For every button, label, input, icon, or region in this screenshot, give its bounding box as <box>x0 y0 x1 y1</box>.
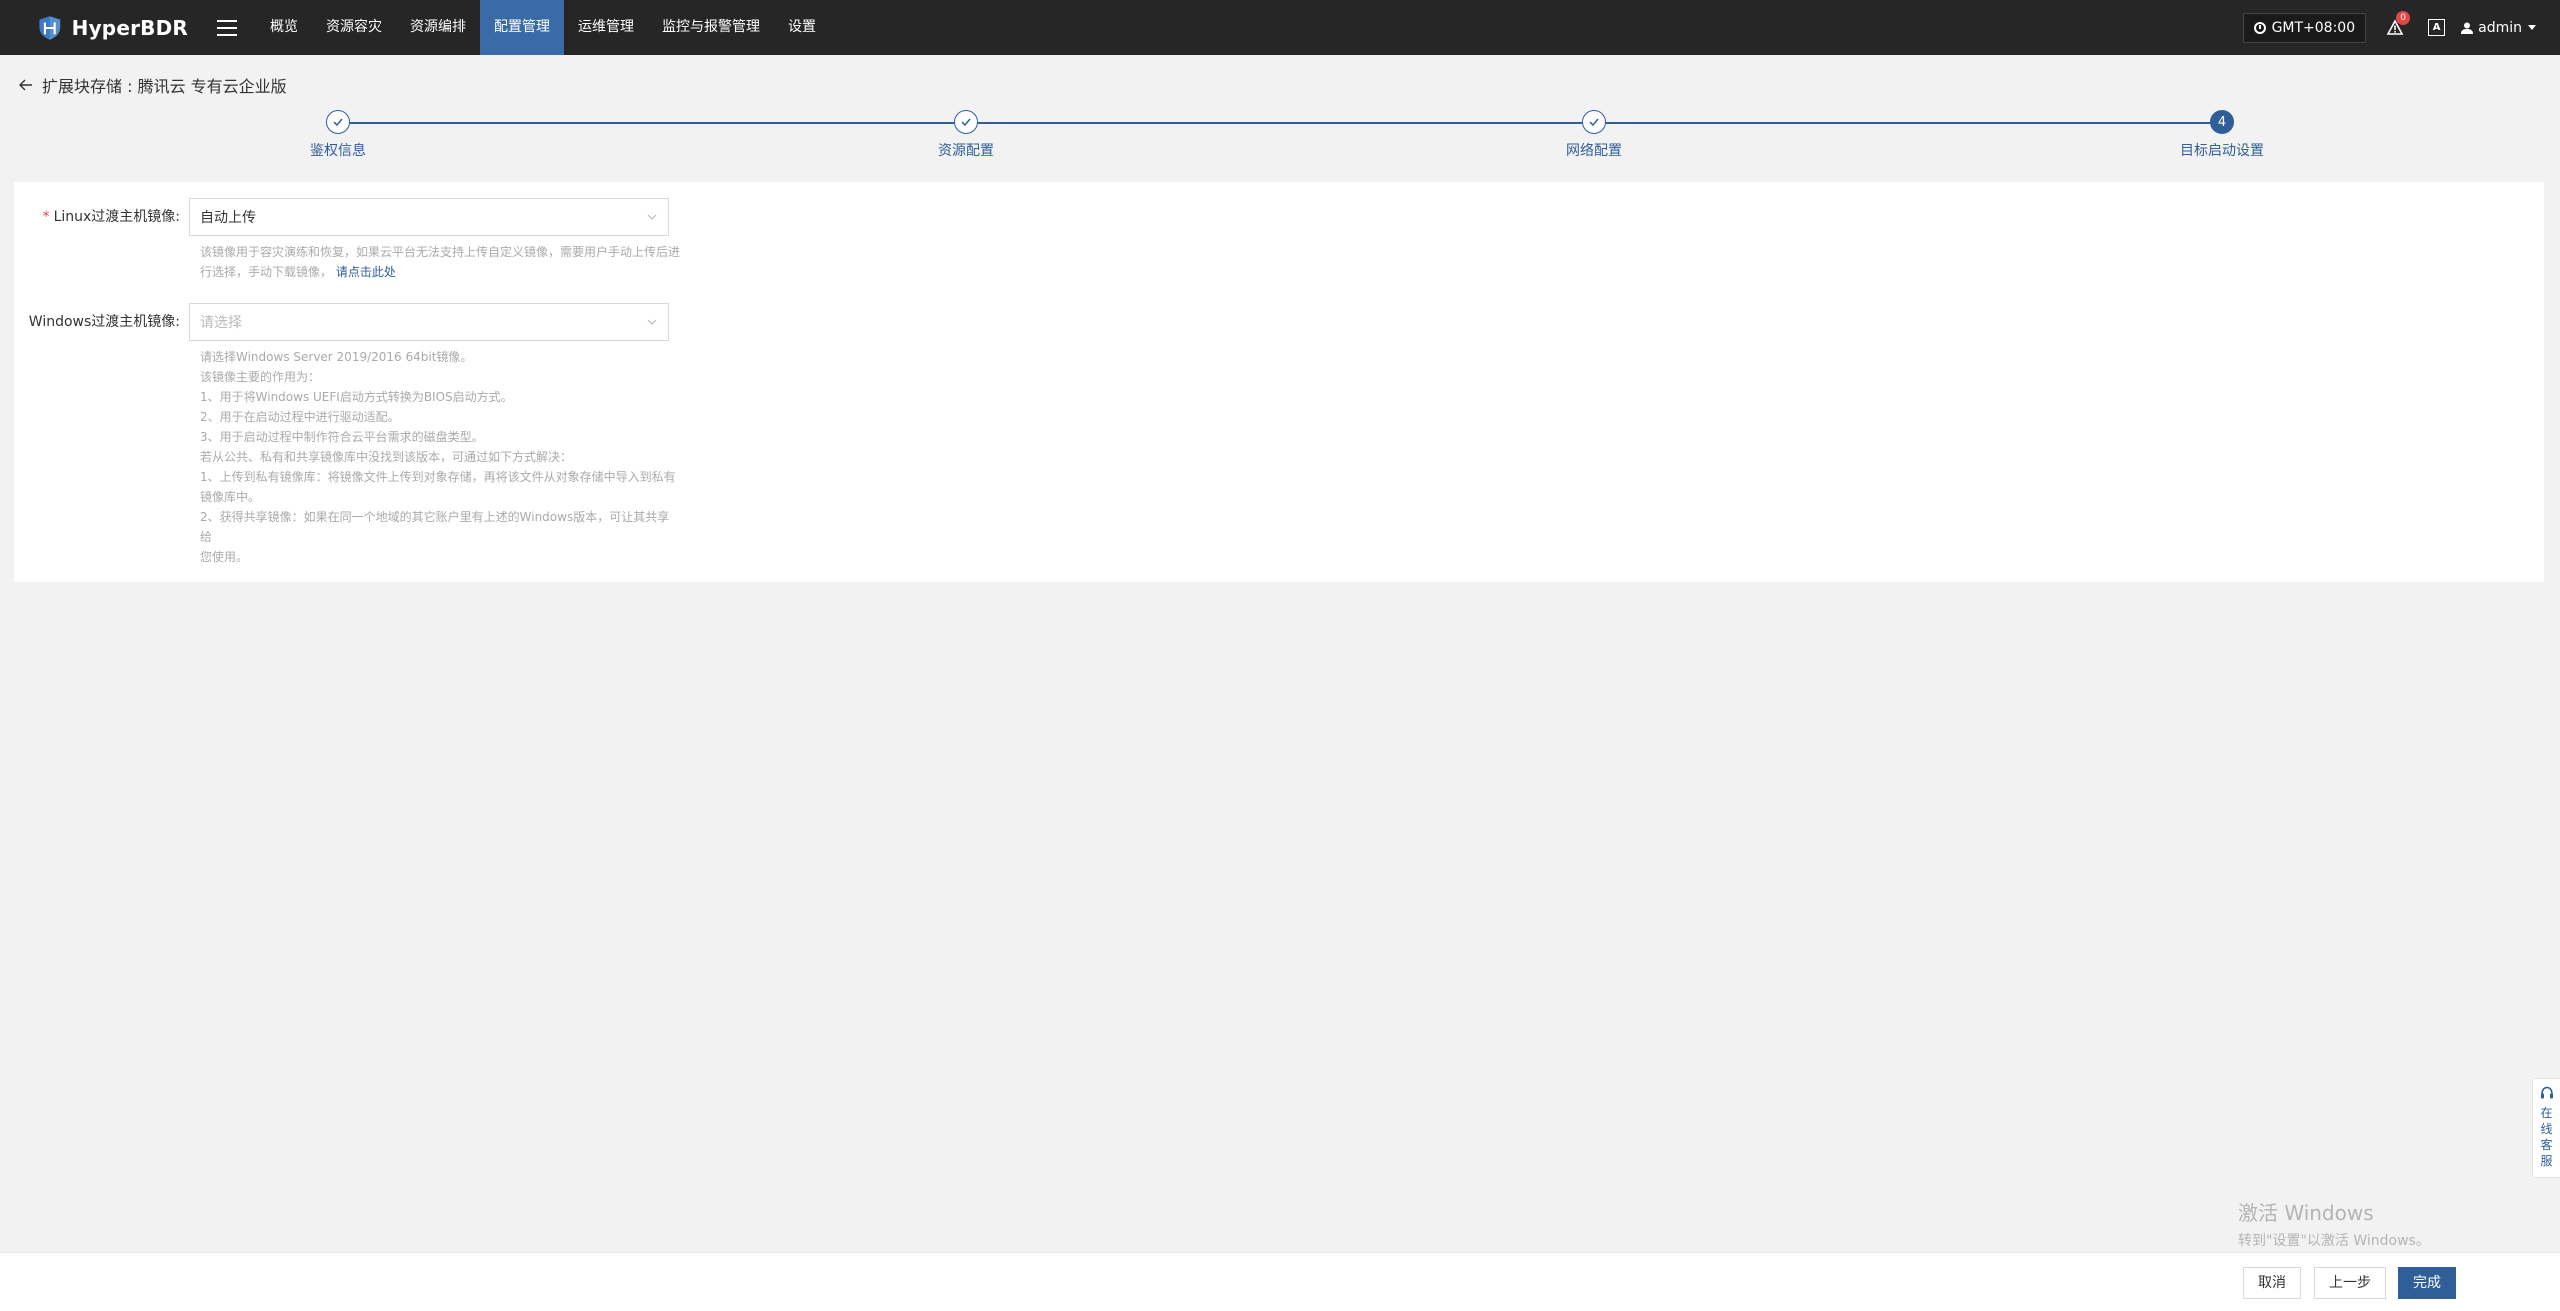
activation-watermark: 激活 Windows 转到"设置"以激活 Windows。 <box>2238 1197 2430 1250</box>
windows-image-label: Windows过渡主机镜像: <box>28 314 180 330</box>
step-label: 资源配置 <box>938 143 994 159</box>
help-line: 请选择Windows Server 2019/2016 64bit镜像。 <box>200 350 473 364</box>
user-icon <box>2461 22 2474 34</box>
main-nav: 概览 资源容灾 资源编排 配置管理 运维管理 监控与报警管理 设置 <box>256 0 830 55</box>
help-line: 该镜像主要的作用为： <box>200 370 321 384</box>
online-service-label: 在线客服 <box>2540 1106 2553 1168</box>
linux-image-value: 自动上传 <box>200 210 256 226</box>
linux-image-row: * Linux过渡主机镜像: 自动上传 <box>14 198 669 236</box>
step-resource-config: 资源配置 <box>866 110 1066 160</box>
app-name: HyperBDR <box>71 15 188 40</box>
help-line: 镜像库中。 <box>200 490 261 504</box>
form-card: * Linux过渡主机镜像: 自动上传 该镜像用于容灾演练和恢复，如果云平台无法支… <box>14 182 2544 582</box>
linux-image-label: * Linux过渡主机镜像: <box>14 198 189 236</box>
nav-item-config-management[interactable]: 配置管理 <box>480 0 564 55</box>
notification-badge: 0 <box>2396 10 2411 25</box>
check-icon <box>954 110 978 134</box>
step-label: 目标启动设置 <box>2180 143 2264 159</box>
cancel-button[interactable]: 取消 <box>2243 1267 2301 1299</box>
back-arrow-icon[interactable] <box>18 77 34 93</box>
step-label: 网络配置 <box>1566 143 1622 159</box>
nav-item-operations[interactable]: 运维管理 <box>564 0 648 55</box>
step-label: 鉴权信息 <box>310 143 366 159</box>
step-connector <box>350 122 954 124</box>
menu-toggle-icon[interactable] <box>217 19 237 36</box>
step-connector <box>978 122 1582 124</box>
windows-image-help: 请选择Windows Server 2019/2016 64bit镜像。 该镜像… <box>200 347 680 567</box>
language-switch-icon[interactable]: A <box>2428 19 2446 36</box>
step-network-config: 网络配置 <box>1494 110 1694 160</box>
linux-image-help: 该镜像用于容灾演练和恢复，如果云平台无法支持上传自定义镜像，需要用户手动上传后进… <box>200 242 680 282</box>
previous-step-button[interactable]: 上一步 <box>2314 1267 2386 1299</box>
watermark-subtitle: 转到"设置"以激活 Windows。 <box>2238 1233 2430 1249</box>
step-auth-info: 鉴权信息 <box>238 110 438 160</box>
online-service-tab[interactable]: 在线客服 <box>2532 1078 2560 1178</box>
page-header: 扩展块存储 : 腾讯云 专有云企业版 <box>18 73 287 97</box>
help-line: 1、上传到私有镜像库：将镜像文件上传到对象存储，再将该文件从对象存储中导入到私有 <box>200 470 676 484</box>
step-target-boot-settings: 4 目标启动设置 <box>2122 110 2322 160</box>
windows-image-placeholder: 请选择 <box>200 315 242 331</box>
timezone-selector[interactable]: GMT+08:00 <box>2242 12 2367 43</box>
logo[interactable]: HyperBDR <box>38 10 188 46</box>
help-line: 2、用于在启动过程中进行驱动适配。 <box>200 410 400 424</box>
timezone-label: GMT+08:00 <box>2271 19 2356 36</box>
footer-bar: 取消 上一步 完成 <box>0 1252 2560 1311</box>
help-line: 该镜像用于容灾演练和恢复，如果云平台无法支持上传自定义镜像，需要用户手动上传后进 <box>200 245 681 259</box>
nav-item-settings[interactable]: 设置 <box>774 0 830 55</box>
notification-button[interactable]: 0 <box>2386 10 2411 37</box>
help-line: 2、获得共享镜像：如果在同一个地域的其它账户里有上述的Windows版本，可让其… <box>200 510 670 544</box>
nav-item-monitoring-alerts[interactable]: 监控与报警管理 <box>648 0 774 55</box>
user-name: admin <box>2478 19 2522 36</box>
linux-image-select[interactable]: 自动上传 <box>189 198 669 236</box>
help-line: 行选择，手动下载镜像， 请点击此处 <box>200 265 396 279</box>
clock-icon <box>2253 21 2266 34</box>
chevron-down-icon <box>647 214 657 220</box>
watermark-title: 激活 Windows <box>2238 1201 2374 1225</box>
top-bar: HyperBDR 概览 资源容灾 资源编排 配置管理 运维管理 监控与报警管理 … <box>0 0 2560 55</box>
required-mark: * <box>42 209 50 225</box>
nav-item-orchestration[interactable]: 资源编排 <box>396 0 480 55</box>
step-connector <box>1606 122 2210 124</box>
user-menu[interactable]: admin <box>2461 20 2536 36</box>
chevron-down-icon <box>2528 25 2536 30</box>
check-icon <box>326 110 350 134</box>
page-title: 扩展块存储 : 腾讯云 专有云企业版 <box>42 77 287 96</box>
help-line: 1、用于将Windows UEFI启动方式转换为BIOS启动方式。 <box>200 390 513 404</box>
nav-item-disaster-recovery[interactable]: 资源容灾 <box>312 0 396 55</box>
windows-image-row: Windows过渡主机镜像: 请选择 <box>14 303 669 341</box>
windows-image-select[interactable]: 请选择 <box>189 303 669 341</box>
upload-guide-link[interactable]: 请点击此处 <box>336 265 396 279</box>
help-line: 您使用。 <box>200 550 249 564</box>
help-line: 若从公共、私有和共享镜像库中没找到该版本，可通过如下方式解决： <box>200 450 573 464</box>
headset-icon <box>2540 1086 2553 1099</box>
shield-logo-icon <box>39 15 61 40</box>
wizard-steps: 鉴权信息 资源配置 网络配置 4 目标启动设置 <box>0 110 2560 170</box>
nav-item-overview[interactable]: 概览 <box>256 0 312 55</box>
step-number: 4 <box>2210 110 2234 134</box>
linux-image-label-text: Linux过渡主机镜像: <box>53 209 180 225</box>
finish-button[interactable]: 完成 <box>2398 1267 2456 1299</box>
check-icon <box>1582 110 1606 134</box>
chevron-down-icon <box>647 319 657 325</box>
help-line: 3、用于启动过程中制作符合云平台需求的磁盘类型。 <box>200 430 484 444</box>
